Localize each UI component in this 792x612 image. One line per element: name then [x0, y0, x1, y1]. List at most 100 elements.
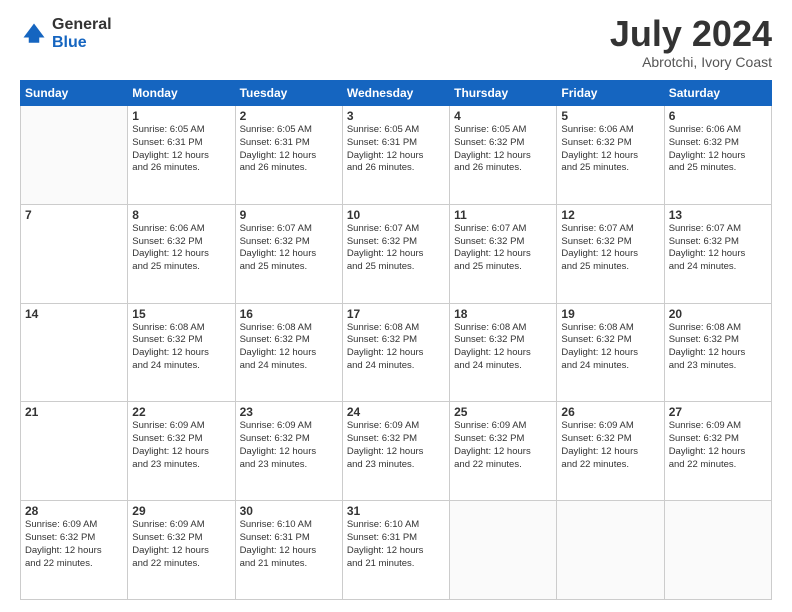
logo-text: General Blue: [52, 16, 112, 51]
cell-daylight-info: Sunrise: 6:06 AM Sunset: 6:32 PM Dayligh…: [132, 223, 230, 274]
table-cell: 17Sunrise: 6:08 AM Sunset: 6:32 PM Dayli…: [342, 303, 449, 402]
calendar-week-row: 78Sunrise: 6:06 AM Sunset: 6:32 PM Dayli…: [21, 204, 772, 303]
day-number: 4: [454, 109, 552, 123]
day-number: 7: [25, 208, 123, 222]
table-cell: 25Sunrise: 6:09 AM Sunset: 6:32 PM Dayli…: [450, 402, 557, 501]
cell-daylight-info: Sunrise: 6:08 AM Sunset: 6:32 PM Dayligh…: [347, 322, 445, 373]
table-cell: 6Sunrise: 6:06 AM Sunset: 6:32 PM Daylig…: [664, 106, 771, 205]
logo-blue: Blue: [52, 34, 87, 51]
cell-daylight-info: Sunrise: 6:08 AM Sunset: 6:32 PM Dayligh…: [240, 322, 338, 373]
cell-daylight-info: Sunrise: 6:10 AM Sunset: 6:31 PM Dayligh…: [347, 519, 445, 570]
cell-daylight-info: Sunrise: 6:09 AM Sunset: 6:32 PM Dayligh…: [454, 420, 552, 471]
location: Abrotchi, Ivory Coast: [610, 54, 772, 70]
table-cell: 18Sunrise: 6:08 AM Sunset: 6:32 PM Dayli…: [450, 303, 557, 402]
day-number: 25: [454, 405, 552, 419]
day-number: 15: [132, 307, 230, 321]
col-thursday: Thursday: [450, 81, 557, 106]
table-cell: 19Sunrise: 6:08 AM Sunset: 6:32 PM Dayli…: [557, 303, 664, 402]
table-cell: 21: [21, 402, 128, 501]
logo: General Blue: [20, 16, 112, 51]
table-cell: 16Sunrise: 6:08 AM Sunset: 6:32 PM Dayli…: [235, 303, 342, 402]
day-number: 31: [347, 504, 445, 518]
col-wednesday: Wednesday: [342, 81, 449, 106]
calendar-table: Sunday Monday Tuesday Wednesday Thursday…: [20, 80, 772, 600]
cell-daylight-info: Sunrise: 6:05 AM Sunset: 6:31 PM Dayligh…: [347, 124, 445, 175]
cell-daylight-info: Sunrise: 6:05 AM Sunset: 6:31 PM Dayligh…: [132, 124, 230, 175]
calendar-header-row: Sunday Monday Tuesday Wednesday Thursday…: [21, 81, 772, 106]
calendar-week-row: 28Sunrise: 6:09 AM Sunset: 6:32 PM Dayli…: [21, 501, 772, 600]
cell-daylight-info: Sunrise: 6:08 AM Sunset: 6:32 PM Dayligh…: [561, 322, 659, 373]
day-number: 29: [132, 504, 230, 518]
table-cell: 2Sunrise: 6:05 AM Sunset: 6:31 PM Daylig…: [235, 106, 342, 205]
cell-daylight-info: Sunrise: 6:08 AM Sunset: 6:32 PM Dayligh…: [132, 322, 230, 373]
table-cell: 29Sunrise: 6:09 AM Sunset: 6:32 PM Dayli…: [128, 501, 235, 600]
day-number: 12: [561, 208, 659, 222]
table-cell: 7: [21, 204, 128, 303]
day-number: 26: [561, 405, 659, 419]
table-cell: 20Sunrise: 6:08 AM Sunset: 6:32 PM Dayli…: [664, 303, 771, 402]
cell-daylight-info: Sunrise: 6:06 AM Sunset: 6:32 PM Dayligh…: [561, 124, 659, 175]
table-cell: 1Sunrise: 6:05 AM Sunset: 6:31 PM Daylig…: [128, 106, 235, 205]
cell-daylight-info: Sunrise: 6:09 AM Sunset: 6:32 PM Dayligh…: [132, 420, 230, 471]
table-cell: 28Sunrise: 6:09 AM Sunset: 6:32 PM Dayli…: [21, 501, 128, 600]
page: General Blue July 2024 Abrotchi, Ivory C…: [0, 0, 792, 612]
month-year: July 2024: [610, 16, 772, 52]
day-number: 30: [240, 504, 338, 518]
table-cell: [21, 106, 128, 205]
logo-icon: [20, 20, 48, 48]
table-cell: 14: [21, 303, 128, 402]
day-number: 14: [25, 307, 123, 321]
title-block: July 2024 Abrotchi, Ivory Coast: [610, 16, 772, 70]
day-number: 17: [347, 307, 445, 321]
cell-daylight-info: Sunrise: 6:09 AM Sunset: 6:32 PM Dayligh…: [25, 519, 123, 570]
table-cell: 26Sunrise: 6:09 AM Sunset: 6:32 PM Dayli…: [557, 402, 664, 501]
col-sunday: Sunday: [21, 81, 128, 106]
table-cell: 24Sunrise: 6:09 AM Sunset: 6:32 PM Dayli…: [342, 402, 449, 501]
cell-daylight-info: Sunrise: 6:05 AM Sunset: 6:31 PM Dayligh…: [240, 124, 338, 175]
cell-daylight-info: Sunrise: 6:07 AM Sunset: 6:32 PM Dayligh…: [240, 223, 338, 274]
table-cell: 31Sunrise: 6:10 AM Sunset: 6:31 PM Dayli…: [342, 501, 449, 600]
table-cell: [664, 501, 771, 600]
table-cell: 11Sunrise: 6:07 AM Sunset: 6:32 PM Dayli…: [450, 204, 557, 303]
day-number: 18: [454, 307, 552, 321]
cell-daylight-info: Sunrise: 6:05 AM Sunset: 6:32 PM Dayligh…: [454, 124, 552, 175]
table-cell: 4Sunrise: 6:05 AM Sunset: 6:32 PM Daylig…: [450, 106, 557, 205]
calendar-week-row: 2122Sunrise: 6:09 AM Sunset: 6:32 PM Day…: [21, 402, 772, 501]
table-cell: [450, 501, 557, 600]
day-number: 5: [561, 109, 659, 123]
cell-daylight-info: Sunrise: 6:07 AM Sunset: 6:32 PM Dayligh…: [454, 223, 552, 274]
day-number: 11: [454, 208, 552, 222]
table-cell: [557, 501, 664, 600]
col-tuesday: Tuesday: [235, 81, 342, 106]
day-number: 22: [132, 405, 230, 419]
day-number: 1: [132, 109, 230, 123]
day-number: 2: [240, 109, 338, 123]
cell-daylight-info: Sunrise: 6:06 AM Sunset: 6:32 PM Dayligh…: [669, 124, 767, 175]
cell-daylight-info: Sunrise: 6:07 AM Sunset: 6:32 PM Dayligh…: [669, 223, 767, 274]
calendar-week-row: 1415Sunrise: 6:08 AM Sunset: 6:32 PM Day…: [21, 303, 772, 402]
day-number: 27: [669, 405, 767, 419]
day-number: 19: [561, 307, 659, 321]
logo-general: General: [52, 16, 112, 33]
day-number: 16: [240, 307, 338, 321]
table-cell: 12Sunrise: 6:07 AM Sunset: 6:32 PM Dayli…: [557, 204, 664, 303]
cell-daylight-info: Sunrise: 6:09 AM Sunset: 6:32 PM Dayligh…: [240, 420, 338, 471]
cell-daylight-info: Sunrise: 6:09 AM Sunset: 6:32 PM Dayligh…: [561, 420, 659, 471]
day-number: 9: [240, 208, 338, 222]
table-cell: 23Sunrise: 6:09 AM Sunset: 6:32 PM Dayli…: [235, 402, 342, 501]
table-cell: 27Sunrise: 6:09 AM Sunset: 6:32 PM Dayli…: [664, 402, 771, 501]
cell-daylight-info: Sunrise: 6:10 AM Sunset: 6:31 PM Dayligh…: [240, 519, 338, 570]
day-number: 3: [347, 109, 445, 123]
table-cell: 3Sunrise: 6:05 AM Sunset: 6:31 PM Daylig…: [342, 106, 449, 205]
cell-daylight-info: Sunrise: 6:07 AM Sunset: 6:32 PM Dayligh…: [561, 223, 659, 274]
cell-daylight-info: Sunrise: 6:09 AM Sunset: 6:32 PM Dayligh…: [347, 420, 445, 471]
table-cell: 13Sunrise: 6:07 AM Sunset: 6:32 PM Dayli…: [664, 204, 771, 303]
day-number: 21: [25, 405, 123, 419]
col-saturday: Saturday: [664, 81, 771, 106]
day-number: 23: [240, 405, 338, 419]
day-number: 6: [669, 109, 767, 123]
table-cell: 5Sunrise: 6:06 AM Sunset: 6:32 PM Daylig…: [557, 106, 664, 205]
day-number: 13: [669, 208, 767, 222]
cell-daylight-info: Sunrise: 6:09 AM Sunset: 6:32 PM Dayligh…: [669, 420, 767, 471]
cell-daylight-info: Sunrise: 6:08 AM Sunset: 6:32 PM Dayligh…: [454, 322, 552, 373]
